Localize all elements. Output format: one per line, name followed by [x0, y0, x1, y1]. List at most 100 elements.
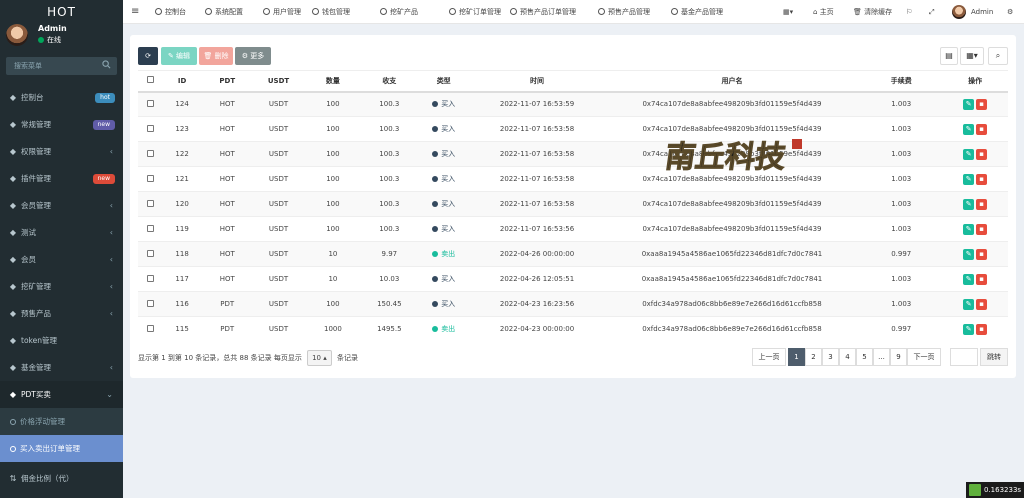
row-delete-button[interactable]: ▪	[976, 198, 988, 210]
select-all-checkbox[interactable]	[138, 70, 163, 93]
delete-button[interactable]: 🗑 删除	[199, 47, 233, 65]
nav-tab[interactable]: 钱包管理	[312, 0, 350, 24]
prev-page-button[interactable]: 上一页	[752, 348, 786, 366]
nav-tab[interactable]: 预售产品管理	[598, 0, 650, 24]
sidebar-item[interactable]: ◆ token管理	[0, 327, 123, 354]
row-checkbox[interactable]	[146, 324, 154, 332]
checkbox[interactable]	[146, 76, 154, 84]
table-search-button[interactable]: ⌕	[988, 47, 1008, 65]
row-checkbox[interactable]	[146, 174, 154, 182]
sidebar-subitem[interactable]: 价格浮动管理	[0, 408, 123, 435]
column-header[interactable]: 数量	[304, 70, 362, 93]
page-button[interactable]: 2	[805, 348, 822, 366]
row-delete-button[interactable]: ▪	[976, 148, 988, 160]
row-checkbox[interactable]	[146, 299, 154, 307]
top-admin-name[interactable]: Admin	[971, 0, 993, 24]
search-icon[interactable]	[102, 60, 111, 69]
row-delete-button[interactable]: ▪	[976, 323, 988, 335]
table-row[interactable]: 122 HOT USDT 100 100.3 买入 2022-11-07 16:53:58 0…	[138, 141, 1008, 167]
fullscreen-icon[interactable]: ⤢	[929, 0, 935, 24]
sidebar-item[interactable]: ◆ 会员 ‹	[0, 246, 123, 273]
sidebar-item[interactable]: ◆ PDT买卖 ⌄	[0, 381, 123, 408]
row-delete-button[interactable]: ▪	[976, 98, 988, 110]
sidebar-item[interactable]: ◆ 会员管理 ‹	[0, 192, 123, 219]
page-button[interactable]: 5	[856, 348, 873, 366]
nav-tab[interactable]: 挖矿订单管理	[449, 0, 501, 24]
row-checkbox[interactable]	[146, 124, 154, 132]
sidebar-item[interactable]: ◆ 插件管理 new	[0, 165, 123, 192]
row-checkbox[interactable]	[146, 224, 154, 232]
table-row[interactable]: 121 HOT USDT 100 100.3 买入 2022-11-07 16:53:58 0…	[138, 166, 1008, 192]
column-header[interactable]: 类型	[417, 70, 471, 93]
more-button[interactable]: ⚙ 更多	[235, 47, 271, 65]
row-delete-button[interactable]: ▪	[976, 223, 988, 235]
column-header[interactable]: 收支	[361, 70, 418, 93]
row-checkbox[interactable]	[146, 249, 154, 257]
nav-tab[interactable]: 挖矿产品	[380, 0, 418, 24]
table-row[interactable]: 116 PDT USDT 100 150.45 买入 2022-04-23 16:23:56…	[138, 291, 1008, 317]
next-page-button[interactable]: 下一页	[907, 348, 941, 366]
table-row[interactable]: 119 HOT USDT 100 100.3 买入 2022-11-07 16:53:56 0…	[138, 216, 1008, 242]
menu-toggle-icon[interactable]: ≡	[131, 0, 139, 24]
page-button[interactable]: 9	[890, 348, 907, 366]
row-edit-button[interactable]: ✎	[963, 223, 975, 235]
sidebar-item[interactable]: ◆ 常规管理 new	[0, 111, 123, 138]
nav-tab[interactable]: 预售产品订单管理	[510, 0, 576, 24]
table-row[interactable]: 123 HOT USDT 100 100.3 买入 2022-11-07 16:53:58 0…	[138, 116, 1008, 142]
row-delete-button[interactable]: ▪	[976, 273, 988, 285]
column-header[interactable]: 操作	[942, 70, 1008, 93]
row-checkbox[interactable]	[146, 149, 154, 157]
grid-menu-button[interactable]: ▦▾	[783, 0, 793, 24]
refresh-button[interactable]: ⟳	[138, 47, 158, 65]
table-row[interactable]: 120 HOT USDT 100 100.3 买入 2022-11-07 16:53:58 0…	[138, 191, 1008, 217]
column-header[interactable]: 时间	[470, 70, 604, 93]
table-row[interactable]: 115 PDT USDT 1000 1495.5 卖出 2022-04-23 00:00:0…	[138, 316, 1008, 342]
row-edit-button[interactable]: ✎	[963, 98, 975, 110]
row-edit-button[interactable]: ✎	[963, 123, 975, 135]
column-header[interactable]: 用户名	[603, 70, 861, 93]
column-header[interactable]: USDT	[252, 70, 305, 93]
translate-icon[interactable]: ⚐	[906, 0, 912, 24]
table-row[interactable]: 124 HOT USDT 100 100.3 买入 2022-11-07 16:53:59 0…	[138, 91, 1008, 117]
row-edit-button[interactable]: ✎	[963, 173, 975, 185]
menu-search-input[interactable]: 搜索菜单	[14, 61, 42, 71]
column-header[interactable]: 手续费	[860, 70, 943, 93]
row-edit-button[interactable]: ✎	[963, 198, 975, 210]
row-checkbox[interactable]	[146, 99, 154, 107]
menu-search[interactable]: 搜索菜单	[6, 57, 117, 75]
home-link[interactable]: ⌂ 主页	[813, 0, 834, 24]
nav-tab[interactable]: 基金产品管理	[671, 0, 723, 24]
sidebar-item[interactable]: ◆ 测试 ‹	[0, 219, 123, 246]
row-delete-button[interactable]: ▪	[976, 123, 988, 135]
row-delete-button[interactable]: ▪	[976, 248, 988, 260]
sidebar-item-commission[interactable]: ⇅ 佣金比例（代）	[0, 465, 123, 492]
toggle-view-button[interactable]: ▤	[940, 47, 958, 65]
column-header[interactable]: ID	[162, 70, 202, 93]
settings-icon[interactable]: ⚙	[1007, 0, 1013, 24]
jump-button[interactable]: 跳转	[980, 348, 1008, 366]
table-row[interactable]: 117 HOT USDT 10 10.03 买入 2022-04-26 12:05:51 0x…	[138, 266, 1008, 292]
sidebar-item[interactable]: ◆ 预售产品 ‹	[0, 300, 123, 327]
page-button[interactable]: 3	[822, 348, 839, 366]
column-header[interactable]: PDT	[201, 70, 253, 93]
row-checkbox[interactable]	[146, 199, 154, 207]
row-edit-button[interactable]: ✎	[963, 273, 975, 285]
sidebar-subitem[interactable]: 买入卖出订单管理	[0, 435, 123, 462]
columns-button[interactable]: ▦▾	[960, 47, 984, 65]
row-delete-button[interactable]: ▪	[976, 298, 988, 310]
sidebar-item[interactable]: ◆ 基金管理 ‹	[0, 354, 123, 381]
row-delete-button[interactable]: ▪	[976, 173, 988, 185]
page-button[interactable]: 4	[839, 348, 856, 366]
jump-page-input[interactable]	[950, 348, 978, 366]
page-button[interactable]: 1	[788, 348, 805, 366]
sidebar-item[interactable]: ◆ 权限管理 ‹	[0, 138, 123, 165]
row-checkbox[interactable]	[146, 274, 154, 282]
top-avatar[interactable]	[952, 0, 968, 24]
clear-cache-button[interactable]: 🗑 清除缓存	[853, 0, 892, 24]
nav-tab[interactable]: 系统配置	[205, 0, 243, 24]
nav-tab[interactable]: 控制台	[155, 0, 186, 24]
row-edit-button[interactable]: ✎	[963, 323, 975, 335]
table-row[interactable]: 118 HOT USDT 10 9.97 卖出 2022-04-26 00:00:00 0xa…	[138, 241, 1008, 267]
row-edit-button[interactable]: ✎	[963, 298, 975, 310]
sidebar-item[interactable]: ◆ 控制台 hot	[0, 84, 123, 111]
